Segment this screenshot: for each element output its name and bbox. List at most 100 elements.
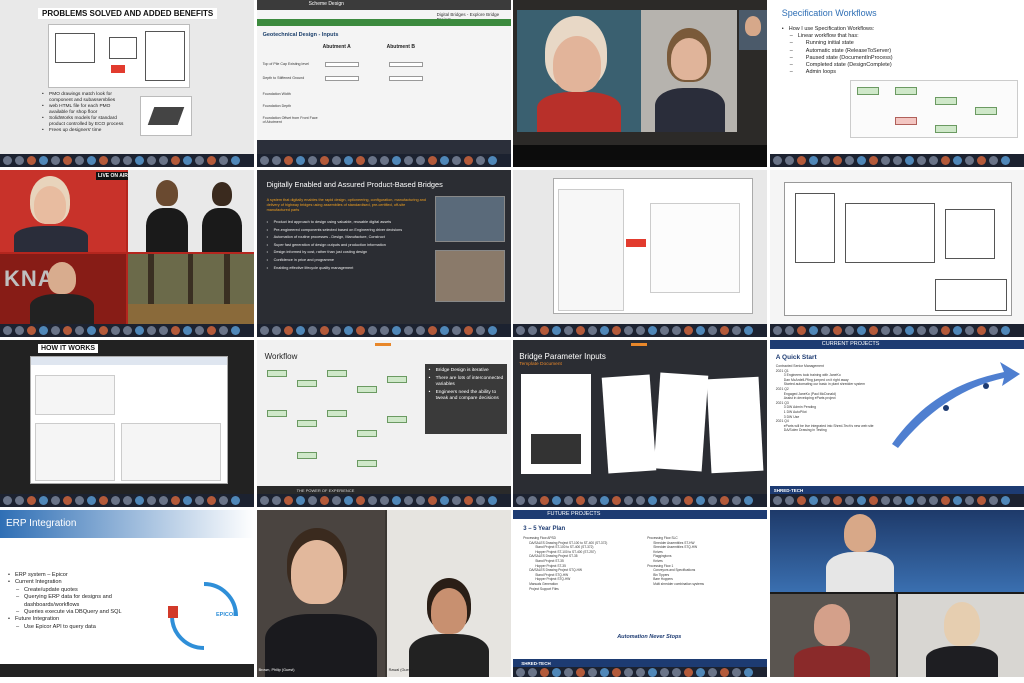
input-field[interactable] <box>388 76 423 81</box>
plan-item: Project Support Files <box>529 586 559 591</box>
bridge-render-image <box>434 250 505 302</box>
slide-subtitle: Template Document <box>519 362 562 367</box>
bullet: Current Integration <box>8 579 168 587</box>
document-image <box>706 376 764 474</box>
slide-title: Bridge Parameter Inputs <box>519 352 606 361</box>
app-window <box>30 356 228 484</box>
participant-video: Rawal (Guest) <box>386 510 511 677</box>
tile-workflow: Workflow Bridge Design is iterative Ther… <box>256 340 511 507</box>
bullet: Use Epicor API to query data <box>8 624 168 632</box>
bullet: Running initial state <box>782 40 1012 47</box>
participant-video: Brown, Philip (Guest) <box>256 510 385 677</box>
bullet: SolidWorks models for standard product c… <box>42 116 130 128</box>
list-panel <box>650 203 741 293</box>
footer-text: THE POWER OF EXPERIENCE <box>296 488 355 493</box>
participant-strip <box>513 324 768 337</box>
timeline-text: Contracted Senior Management 2021 Q1 3 E… <box>776 364 896 433</box>
participant-video <box>739 10 768 50</box>
document-image <box>521 374 592 474</box>
bullet: Bridge Design is iterative <box>429 368 505 374</box>
bullet: Frees up designers' time <box>42 128 130 134</box>
tagline: Automation Never Stops <box>617 634 682 640</box>
laptop-keyboard <box>513 145 768 167</box>
bullet-list: Bridge Design is iterative There are lot… <box>429 368 505 402</box>
slide-title: Workflow <box>264 352 298 361</box>
bullet: Create/update quotes <box>8 587 168 595</box>
epicor-logo: EPICOR <box>216 612 238 618</box>
brand-logo: SHRED-TECH <box>521 661 551 666</box>
app-title: Scheme Design <box>308 1 344 7</box>
participant-name: Brown, Philip (Guest) <box>258 668 295 672</box>
tile-live-broadcast: LIVE ON AIR KNA <box>0 170 254 337</box>
workflow-diagram <box>263 366 423 474</box>
list-panel <box>35 423 115 481</box>
slide-title: ERP Integration <box>6 518 77 529</box>
participant-strip <box>256 494 511 507</box>
plan-left-column: Processing Flow APSD DA/SALES Drawing Pr… <box>523 536 639 591</box>
drawing-sheet <box>783 182 1012 316</box>
bullet: How I use Specification Workflows: <box>782 26 1012 33</box>
list-panel <box>35 375 115 415</box>
document-image <box>653 372 709 472</box>
app-window <box>553 178 754 314</box>
bullet: Automatic state (ReleaseToServer) <box>782 48 1012 55</box>
tile-erp-integration: ERP Integration ERP system – Epicor Curr… <box>0 510 254 677</box>
bullet-list: Product led approach to design using val… <box>267 220 429 270</box>
participant-video <box>769 510 1024 592</box>
participant-strip <box>0 154 254 167</box>
section-header: FUTURE PROJECTS <box>547 511 601 517</box>
bullet: PMO drawings match look for component an… <box>42 92 130 104</box>
input-field[interactable] <box>324 76 359 81</box>
input-field[interactable] <box>324 62 359 67</box>
participant-video <box>897 594 1024 677</box>
screenshot-image <box>434 196 505 242</box>
participant-strip <box>513 494 768 507</box>
participant-video <box>0 254 126 324</box>
row-label: Foundation Offset from Front Face of Abu… <box>262 116 318 124</box>
bullet: Linear workflow that has: <box>782 33 1012 40</box>
bullet: Paused state (DocumentInProcess) <box>782 55 1012 62</box>
input-field[interactable] <box>388 62 423 67</box>
tree-panel <box>558 189 625 311</box>
participant-strip <box>769 154 1024 167</box>
tile-how-it-works: HOW IT WORKS <box>0 340 254 507</box>
slide-title: 3 – 5 Year Plan <box>523 526 566 532</box>
participant-video <box>641 10 738 132</box>
bullet: Enabling effective lifecycle quality man… <box>267 266 429 271</box>
bullet: Admin loops <box>782 69 1012 76</box>
participant-video <box>0 170 126 252</box>
tile-three-participants <box>769 510 1024 677</box>
live-badge: LIVE ON AIR <box>96 172 130 180</box>
timeline-line: DA/Solen Drawing in Testing <box>783 428 827 433</box>
tile-engineering-drawing <box>769 170 1024 337</box>
row-label: Depth to Stiffened Ground <box>262 76 305 80</box>
bullet: Future Integration <box>8 616 168 624</box>
plan-item: Multi shredder combination systems <box>653 581 705 586</box>
bullet: web HTML file for each PMO available for… <box>42 104 130 116</box>
arrow-icon <box>626 239 647 247</box>
tile-digitally-enabled: Digitally Enabled and Assured Product-Ba… <box>256 170 511 337</box>
slide-title: PROBLEMS SOLVED AND ADDED BENEFITS <box>38 8 218 19</box>
bullet-list: PMO drawings match look for component an… <box>42 92 130 134</box>
abutment-a-label: Abutment A <box>322 44 351 50</box>
tile-bridge-parameter-inputs: Bridge Parameter Inputs Template Documen… <box>513 340 768 507</box>
tile-two-participants: Brown, Philip (Guest) Rawal (Guest) <box>256 510 511 677</box>
tile-laptop-video-call <box>513 0 768 167</box>
bullet: Automation of routine processes - Design… <box>267 235 429 240</box>
participant-video <box>128 254 254 324</box>
participant-strip <box>769 324 1024 337</box>
bullet: Completed state (DesignComplete) <box>782 62 1012 69</box>
row-label: Top of Pile Cap Existing level <box>262 62 309 66</box>
bullet: There are lots of interconnected variabl… <box>429 376 505 388</box>
bullet: Product led approach to design using val… <box>267 220 429 225</box>
bullet-list: How I use Specification Workflows: Linea… <box>782 26 1012 77</box>
cad-model-image <box>140 96 192 136</box>
participant-strip <box>0 494 254 507</box>
video-call-collage: PROBLEMS SOLVED AND ADDED BENEFITS PMO d… <box>0 0 1024 683</box>
bullet: Confidence in price and programme <box>267 258 429 263</box>
participant-name: Rawal (Guest) <box>388 668 413 672</box>
brand-logo: SHRED-TECH <box>773 488 804 493</box>
participant-strip <box>256 324 511 337</box>
tile-future-projects: FUTURE PROJECTS 3 – 5 Year Plan Processi… <box>513 510 768 677</box>
participant-video <box>769 594 896 677</box>
